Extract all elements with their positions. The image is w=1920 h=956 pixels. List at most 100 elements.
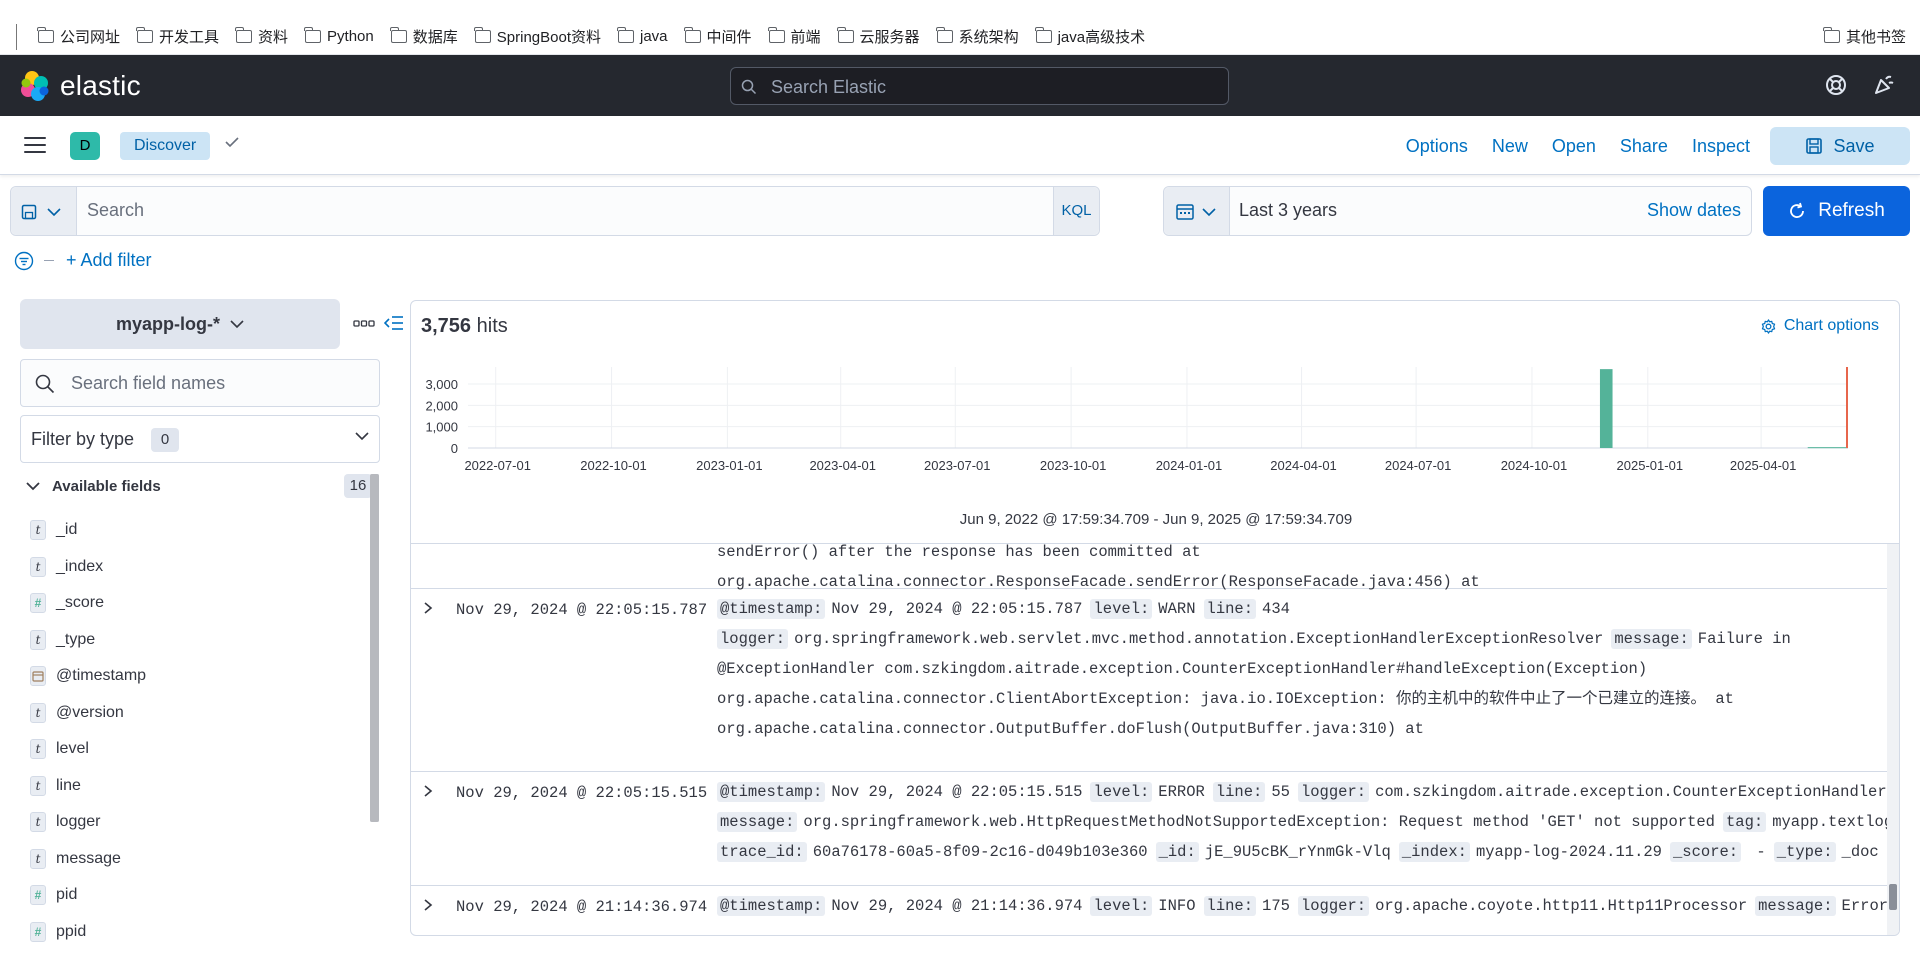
elastic-logo-icon[interactable]: [18, 69, 52, 103]
number-type-icon: #: [30, 921, 46, 942]
field-key: @timestamp:: [717, 782, 826, 802]
folder-icon: [935, 27, 953, 43]
field-name: _score: [56, 594, 105, 612]
options-link[interactable]: Options: [1394, 127, 1480, 165]
time-range-value[interactable]: Last 3 years: [1239, 200, 1337, 221]
bookmark-item[interactable]: 开发工具: [136, 26, 219, 47]
save-button[interactable]: Save: [1770, 127, 1910, 165]
field-value: 55: [1271, 783, 1290, 801]
breadcrumb-discover[interactable]: Discover: [120, 132, 211, 160]
x-tick-label: 2023-10-01: [1040, 458, 1107, 473]
bookmark-other[interactable]: 其他书签: [1823, 26, 1906, 47]
folder-icon: [304, 27, 322, 43]
field-key: logger:: [1297, 896, 1370, 916]
source-line: sendError() after the response has been …: [717, 537, 1887, 567]
expand-row-icon[interactable]: [423, 601, 433, 620]
field-item[interactable]: # ppid: [30, 914, 146, 951]
y-tick-label: 3,000: [425, 377, 458, 392]
query-input[interactable]: Search: [87, 200, 144, 221]
refresh-label: Refresh: [1818, 200, 1885, 221]
field-item[interactable]: # _score: [30, 585, 146, 622]
bookmark-item[interactable]: java高级技术: [1034, 26, 1145, 47]
field-item[interactable]: @timestamp: [30, 658, 146, 695]
results-scrollbar[interactable]: [1889, 884, 1897, 910]
folder-icon: [683, 27, 701, 43]
bookmark-item[interactable]: java: [617, 26, 668, 47]
field-value: ERROR: [1158, 783, 1205, 801]
bookmark-item[interactable]: 前端: [767, 26, 821, 47]
histogram-chart[interactable]: 3,000 2,000 1,000 0 2022-07-01 2022-10-01 2023…: [411, 361, 1900, 511]
field-item[interactable]: t _id: [30, 512, 146, 549]
available-fields-toggle[interactable]: Available fields 16: [26, 474, 372, 498]
bookmark-item[interactable]: 数据库: [390, 26, 458, 47]
bookmark-item[interactable]: 系统架构: [935, 26, 1019, 47]
show-dates-link[interactable]: Show dates: [1647, 200, 1741, 221]
y-tick-label: 1,000: [425, 420, 458, 435]
histogram-bar[interactable]: [1807, 447, 1848, 449]
field-item[interactable]: t @version: [30, 695, 146, 732]
filter-divider: [44, 260, 54, 261]
expand-row-icon[interactable]: [423, 784, 433, 803]
bookmark-list: 公司网址 开发工具 资料 Python 数据库 SpringBoot资料 java 中间件 前端…: [37, 26, 1145, 47]
collapse-sidebar-icon[interactable]: [384, 314, 404, 332]
sidebar-scrollbar[interactable]: [370, 474, 379, 822]
inspect-link[interactable]: Inspect: [1680, 127, 1762, 165]
bookmark-item[interactable]: Python: [304, 26, 374, 47]
bookmark-item[interactable]: 云服务器: [836, 26, 920, 47]
newsfeed-icon[interactable]: [1872, 73, 1896, 97]
field-item[interactable]: t logger: [30, 804, 146, 841]
bookmark-item[interactable]: SpringBoot资料: [474, 26, 601, 47]
folder-icon: [1823, 27, 1840, 43]
histogram-bar[interactable]: [1599, 369, 1613, 448]
space-avatar[interactable]: D: [70, 132, 100, 160]
document-timestamp: Nov 29, 2024 @ 21:14:36.974: [456, 898, 708, 916]
field-value: myapp.textlog: [1772, 813, 1894, 831]
number-type-icon: #: [30, 885, 46, 906]
field-value: -: [1747, 843, 1766, 861]
field-item[interactable]: t _type: [30, 622, 146, 659]
index-pattern-name: myapp-log-*: [115, 313, 220, 334]
quick-menu-button[interactable]: [1164, 187, 1230, 235]
field-key: @timestamp:: [717, 896, 826, 916]
field-key: logger:: [1297, 782, 1370, 802]
saved-query-button[interactable]: [11, 187, 77, 235]
hits-label: hits: [476, 315, 508, 337]
kql-toggle[interactable]: KQL: [1053, 187, 1099, 235]
y-tick-label: 0: [451, 441, 458, 456]
global-search-input[interactable]: Search Elastic: [730, 67, 1229, 105]
bookmark-label: SpringBoot资料: [496, 29, 601, 46]
date-type-icon: [30, 666, 46, 687]
field-item[interactable]: # pid: [30, 877, 146, 914]
field-key: _index:: [1398, 842, 1470, 862]
elastic-header: elastic Search Elastic: [0, 55, 1920, 116]
document-timestamp: Nov 29, 2024 @ 22:05:15.787: [456, 601, 708, 619]
field-value: 60a76178-60a5-8f09-2c16-d049b103e360: [812, 843, 1148, 861]
share-link[interactable]: Share: [1608, 127, 1680, 165]
string-type-icon: t: [30, 775, 46, 796]
bookmarks-bar: 公司网址 开发工具 资料 Python 数据库 SpringBoot资料 java 中间件 前端…: [0, 0, 1920, 55]
bookmark-label: 系统架构: [958, 29, 1019, 46]
new-link[interactable]: New: [1480, 127, 1540, 165]
filter-icon[interactable]: [14, 251, 34, 271]
chevron-down-icon: [230, 319, 244, 328]
filter-by-type-button[interactable]: Filter by type 0: [20, 415, 380, 463]
index-pattern-selector[interactable]: myapp-log-*: [20, 299, 340, 349]
refresh-button[interactable]: Refresh: [1763, 186, 1910, 236]
open-link[interactable]: Open: [1540, 127, 1608, 165]
expand-row-icon[interactable]: [423, 898, 433, 917]
field-item[interactable]: t line: [30, 768, 146, 805]
bookmark-item[interactable]: 公司网址: [37, 26, 120, 47]
available-fields-count: 16: [344, 474, 372, 498]
bookmark-label: 数据库: [412, 29, 458, 46]
help-icon[interactable]: [1824, 73, 1848, 97]
field-item[interactable]: t message: [30, 841, 146, 878]
field-item[interactable]: t _index: [30, 549, 146, 586]
field-item[interactable]: t level: [30, 731, 146, 768]
more-options-icon[interactable]: [353, 320, 375, 328]
bookmark-item[interactable]: 中间件: [683, 26, 752, 47]
bookmark-item[interactable]: 资料: [235, 26, 288, 47]
menu-icon[interactable]: [24, 137, 46, 154]
add-filter-button[interactable]: + Add filter: [66, 250, 152, 271]
chart-options-button[interactable]: Chart options: [1761, 317, 1879, 335]
field-search-input[interactable]: Search field names: [20, 359, 380, 407]
